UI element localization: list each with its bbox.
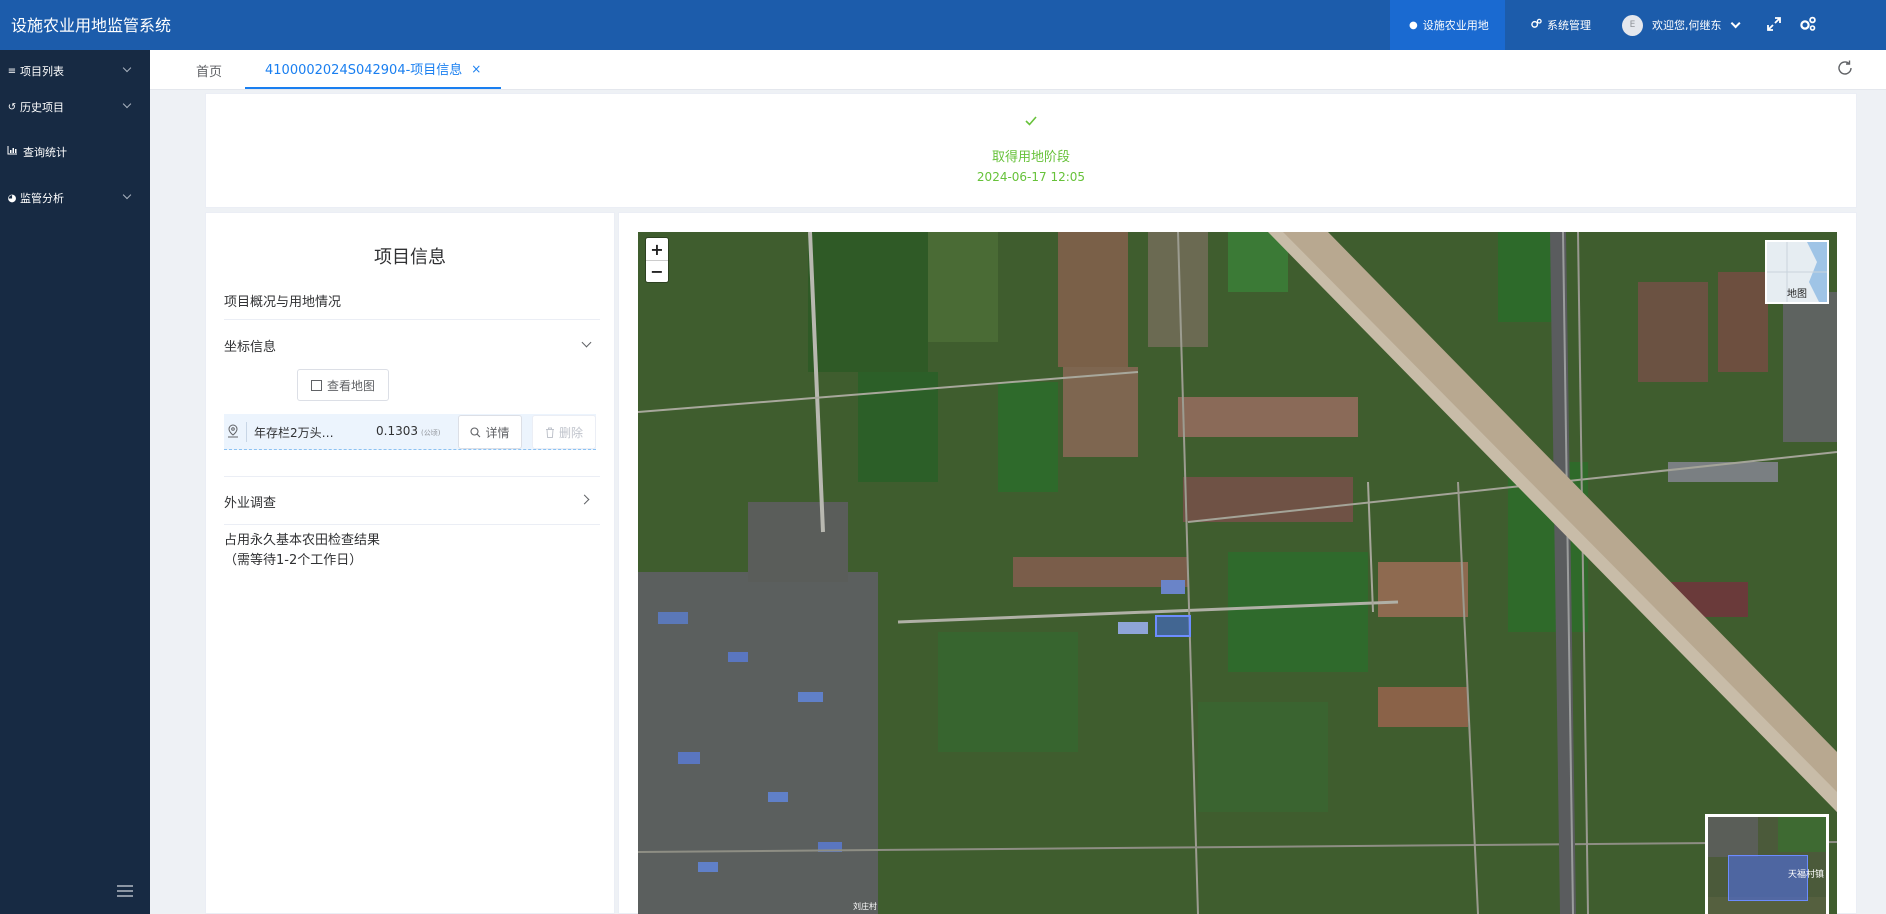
stage-name: 取得用地阶段 bbox=[991, 150, 1070, 165]
picture-icon bbox=[310, 379, 322, 391]
nav-label: 设施农业用地 bbox=[1422, 19, 1489, 32]
sidebar: ≡ 项目列表 ↺ 历史项目 查询统计 ◕ 监管分析 bbox=[0, 50, 150, 914]
sidebar-item-project-list[interactable]: ≡ 项目列表 bbox=[6, 63, 132, 79]
detail-button[interactable]: 详情 bbox=[458, 415, 522, 449]
sidebar-item-query-stats[interactable]: 查询统计 bbox=[6, 144, 130, 160]
refresh-icon[interactable] bbox=[1836, 59, 1856, 79]
sidebar-item-history[interactable]: ↺ 历史项目 bbox=[6, 99, 132, 115]
pie-icon: ● bbox=[1409, 19, 1418, 31]
sidebar-item-label: 查询统计 bbox=[23, 146, 67, 159]
search-icon bbox=[470, 426, 481, 437]
nav-label: 系统管理 bbox=[1547, 19, 1591, 32]
divider bbox=[224, 319, 600, 320]
chevron-right-icon bbox=[579, 494, 590, 505]
coord-list-item: 年存栏2万头生猪养殖场 0.1303(公顷) 详情 删除 bbox=[224, 414, 596, 450]
button-label: 详情 bbox=[485, 425, 510, 440]
result-note: （需等待1-2个工作日） bbox=[224, 553, 363, 568]
satellite-map[interactable]: + − 地图 天福村镇 刘庄村 bbox=[638, 232, 1837, 914]
collapse-menu-icon[interactable] bbox=[117, 885, 133, 899]
chevron-down-icon bbox=[122, 63, 132, 73]
coord-section-header[interactable]: 坐标信息 bbox=[224, 336, 600, 355]
divider bbox=[224, 524, 600, 525]
stage-card: 取得用地阶段 2024-06-17 12:05 bbox=[205, 93, 1857, 208]
settings-icon[interactable] bbox=[1797, 13, 1819, 35]
button-label: 删除 bbox=[558, 425, 583, 440]
overview-map[interactable]: 天福村镇 bbox=[1705, 814, 1829, 914]
cogs-icon bbox=[1531, 18, 1542, 32]
area-unit: (公顷) bbox=[421, 429, 441, 437]
chevron-down-icon bbox=[122, 99, 132, 109]
tab-bar: 首页 4100002024S042904-项目信息 × bbox=[150, 50, 1886, 90]
result-title: 占用永久基本农田检查结果 bbox=[224, 533, 381, 548]
zoom-control: + − bbox=[646, 238, 668, 282]
tab-label: 4100002024S042904-项目信息 bbox=[265, 63, 463, 78]
user-greeting: 欢迎您,何继东 bbox=[1652, 19, 1722, 32]
nav-system-management[interactable]: 系统管理 bbox=[1520, 0, 1610, 50]
delete-button[interactable]: 删除 bbox=[532, 415, 596, 449]
view-map-button[interactable]: 查看地图 bbox=[297, 369, 389, 401]
app-title: 设施农业用地监管系统 bbox=[11, 16, 172, 35]
tab-home[interactable]: 首页 bbox=[196, 50, 222, 90]
user-menu[interactable]: E 欢迎您,何继东 bbox=[1622, 0, 1741, 50]
overview-place-label: 天福村镇 bbox=[1787, 870, 1824, 880]
sidebar-item-label: 历史项目 bbox=[20, 101, 64, 114]
basic-farmland-check-result: 占用永久基本农田检查结果 （需等待1-2个工作日） bbox=[224, 531, 380, 571]
fullscreen-icon[interactable] bbox=[1763, 13, 1785, 35]
trash-icon bbox=[545, 427, 554, 438]
section-label: 外业调查 bbox=[224, 496, 277, 511]
nav-facility-agri-land[interactable]: ● 设施农业用地 bbox=[1390, 0, 1505, 50]
field-survey-header[interactable]: 外业调查 bbox=[224, 492, 600, 511]
chevron-down-icon bbox=[122, 190, 132, 200]
location-pin-icon bbox=[228, 424, 238, 438]
sidebar-item-supervision-analysis[interactable]: ◕ 监管分析 bbox=[6, 190, 132, 206]
sidebar-item-label: 监管分析 bbox=[20, 192, 64, 205]
project-info-panel: 项目信息 项目概况与用地情况 坐标信息 查看地图 年存栏2万头生猪养殖场 0.1… bbox=[205, 212, 615, 914]
zoom-out-button[interactable]: − bbox=[646, 260, 668, 282]
coord-item-name: 年存栏2万头生猪养殖场 bbox=[254, 426, 344, 440]
coord-item-area: 0.1303 (公顷) bbox=[376, 424, 440, 438]
sidebar-item-label: 项目列表 bbox=[20, 65, 64, 78]
check-icon bbox=[1025, 116, 1037, 126]
tab-project-info[interactable]: 4100002024S042904-项目信息 × bbox=[245, 50, 502, 89]
layer-switcher[interactable]: 地图 bbox=[1765, 240, 1829, 304]
divider bbox=[224, 476, 600, 477]
close-icon[interactable]: × bbox=[471, 62, 481, 76]
chevron-down-icon bbox=[1730, 17, 1741, 28]
chevron-down-icon bbox=[581, 337, 592, 348]
satellite-imagery bbox=[638, 232, 1837, 914]
layer-label: 地图 bbox=[1787, 289, 1807, 300]
zoom-in-button[interactable]: + bbox=[646, 238, 668, 260]
history-icon: ↺ bbox=[7, 101, 17, 113]
pie-chart-icon: ◕ bbox=[7, 192, 17, 204]
top-bar: 设施农业用地监管系统 ● 设施农业用地 系统管理 E 欢迎您,何继东 bbox=[0, 0, 1886, 50]
project-overview-link[interactable]: 项目概况与用地情况 bbox=[224, 291, 600, 310]
list-icon: ≡ bbox=[7, 65, 17, 77]
area-value: 0.1303 bbox=[376, 424, 418, 438]
section-label: 坐标信息 bbox=[224, 340, 277, 355]
bar-chart-icon bbox=[6, 146, 18, 158]
panel-title: 项目信息 bbox=[374, 247, 446, 268]
button-label: 查看地图 bbox=[326, 378, 375, 393]
map-place-label: 刘庄村 bbox=[853, 902, 877, 911]
avatar: E bbox=[1622, 14, 1643, 36]
stage-time: 2024-06-17 12:05 bbox=[976, 170, 1086, 184]
divider bbox=[246, 422, 247, 442]
